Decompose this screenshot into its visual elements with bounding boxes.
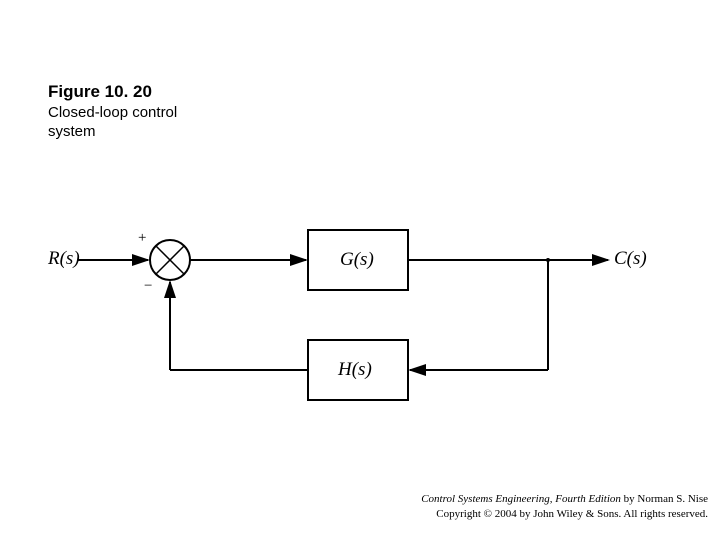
footer-book-title: Control Systems Engineering, Fourth Edit…	[421, 493, 621, 505]
plus-sign: +	[138, 230, 146, 247]
g-block-label: G(s)	[340, 249, 374, 271]
h-block-label: H(s)	[338, 359, 372, 381]
output-label: C(s)	[614, 248, 647, 270]
footer-copyright: Copyright © 2004 by John Wiley & Sons. A…	[421, 507, 708, 522]
minus-sign: −	[144, 278, 152, 295]
footer-credit: Control Systems Engineering, Fourth Edit…	[421, 492, 708, 522]
block-diagram: R(s) C(s) G(s) H(s) + −	[48, 200, 648, 420]
figure-caption: Closed-loop control system	[48, 104, 177, 142]
input-label: R(s)	[48, 248, 80, 270]
footer-author: by Norman S. Nise	[621, 493, 708, 505]
summing-junction	[150, 240, 190, 280]
figure-number: Figure 10. 20	[48, 82, 152, 102]
